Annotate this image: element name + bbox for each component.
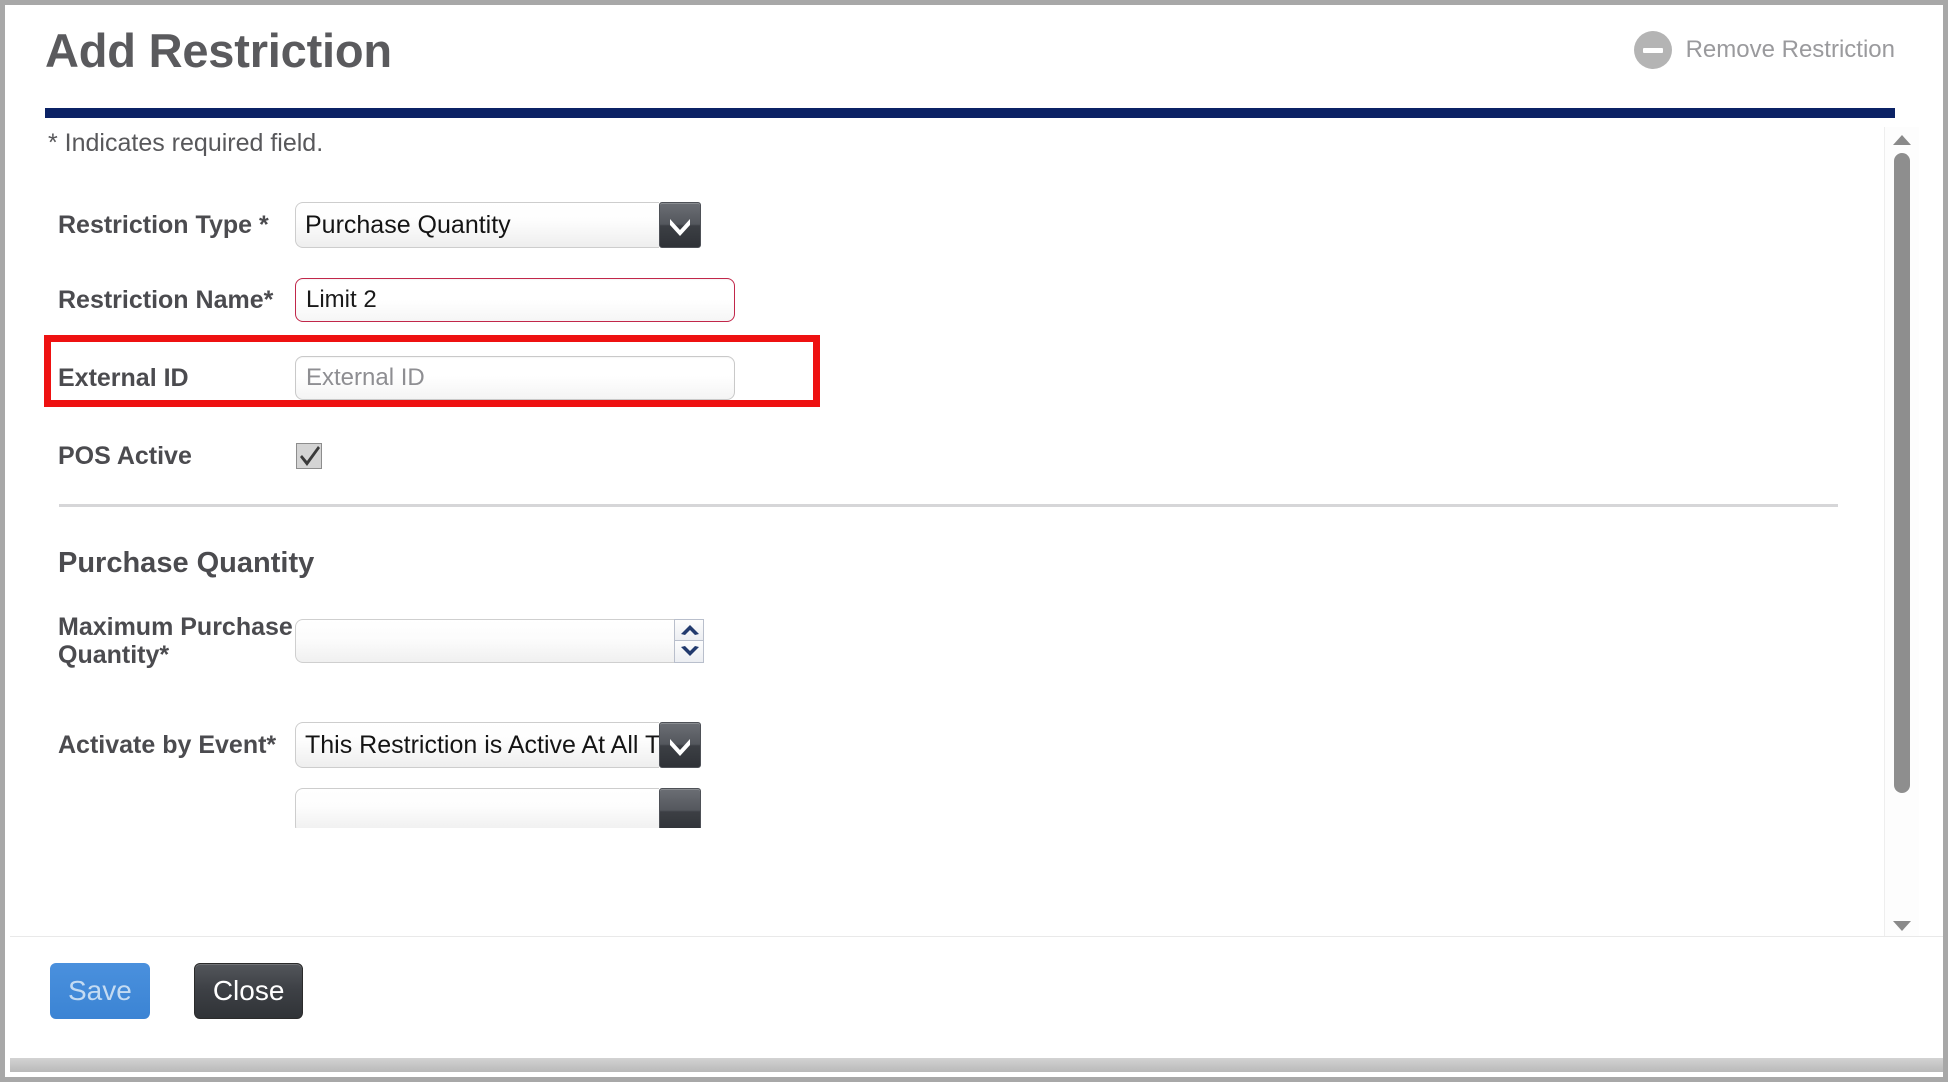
form-scroll-region: * Indicates required field. Restriction … [10, 123, 1866, 941]
footer-shadow [10, 1058, 1943, 1072]
row-restriction-type: Restriction Type * Purchase Quantity [45, 186, 1866, 264]
purchase-quantity-heading: Purchase Quantity [58, 547, 315, 579]
restriction-type-select-value: Purchase Quantity [295, 202, 659, 248]
chevron-down-icon[interactable] [659, 202, 701, 248]
chevron-down-icon[interactable] [659, 722, 701, 768]
row-pos-active: POS Active [45, 420, 1866, 492]
external-id-input[interactable] [295, 356, 735, 400]
form-scrollbar[interactable] [1884, 127, 1919, 939]
restriction-type-select[interactable]: Purchase Quantity [295, 202, 701, 248]
restriction-type-label: Restriction Type * [58, 211, 269, 239]
scroll-up-button[interactable] [1885, 129, 1919, 151]
external-id-label: External ID [58, 364, 189, 392]
restriction-name-label: Restriction Name* [58, 286, 274, 314]
footer-button-group: Save Close [50, 963, 304, 1019]
row-maximum-purchase-quantity: Maximum Purchase Quantity* [45, 580, 1866, 702]
spinner-buttons [674, 619, 704, 663]
remove-restriction-button[interactable]: Remove Restriction [1633, 31, 1895, 69]
spinner-up-icon[interactable] [674, 619, 704, 641]
row-clipped-next-field [45, 788, 1866, 828]
restriction-name-input[interactable] [295, 278, 735, 322]
close-button[interactable]: Close [193, 963, 304, 1019]
activate-by-event-select-value: This Restriction is Active At All Times [295, 722, 659, 768]
required-field-note: * Indicates required field. [48, 129, 324, 157]
dialog-header: Add Restriction Remove Restriction [5, 5, 1943, 118]
activate-by-event-select[interactable]: This Restriction is Active At All Times [295, 722, 701, 768]
scrollbar-thumb[interactable] [1894, 153, 1910, 793]
page-title: Add Restriction [45, 24, 392, 77]
dialog-footer: Save Close [10, 936, 1943, 1072]
spinner-down-icon[interactable] [674, 641, 704, 663]
maximum-purchase-quantity-stepper [295, 619, 704, 663]
clipped-select-value [295, 788, 659, 828]
add-restriction-dialog: Add Restriction Remove Restriction * Ind… [0, 0, 1948, 1082]
row-activate-by-event: Activate by Event* This Restriction is A… [45, 702, 1866, 788]
row-restriction-name: Restriction Name* [45, 264, 1866, 336]
form-body: * Indicates required field. Restriction … [10, 123, 1866, 828]
header-accent-rule [45, 108, 1895, 118]
save-button[interactable]: Save [50, 963, 150, 1019]
activate-by-event-label: Activate by Event* [58, 731, 277, 759]
pos-active-checkbox[interactable] [296, 443, 322, 469]
scroll-down-button[interactable] [1885, 915, 1919, 937]
maximum-purchase-quantity-input[interactable] [295, 619, 674, 663]
row-external-id: External ID [45, 336, 1866, 420]
minus-circle-icon [1633, 31, 1672, 69]
pos-active-label: POS Active [58, 442, 192, 470]
remove-restriction-label: Remove Restriction [1685, 36, 1895, 63]
clipped-select[interactable] [295, 788, 701, 828]
chevron-down-icon[interactable] [659, 788, 701, 828]
maximum-purchase-quantity-label: Maximum Purchase Quantity* [58, 613, 293, 669]
